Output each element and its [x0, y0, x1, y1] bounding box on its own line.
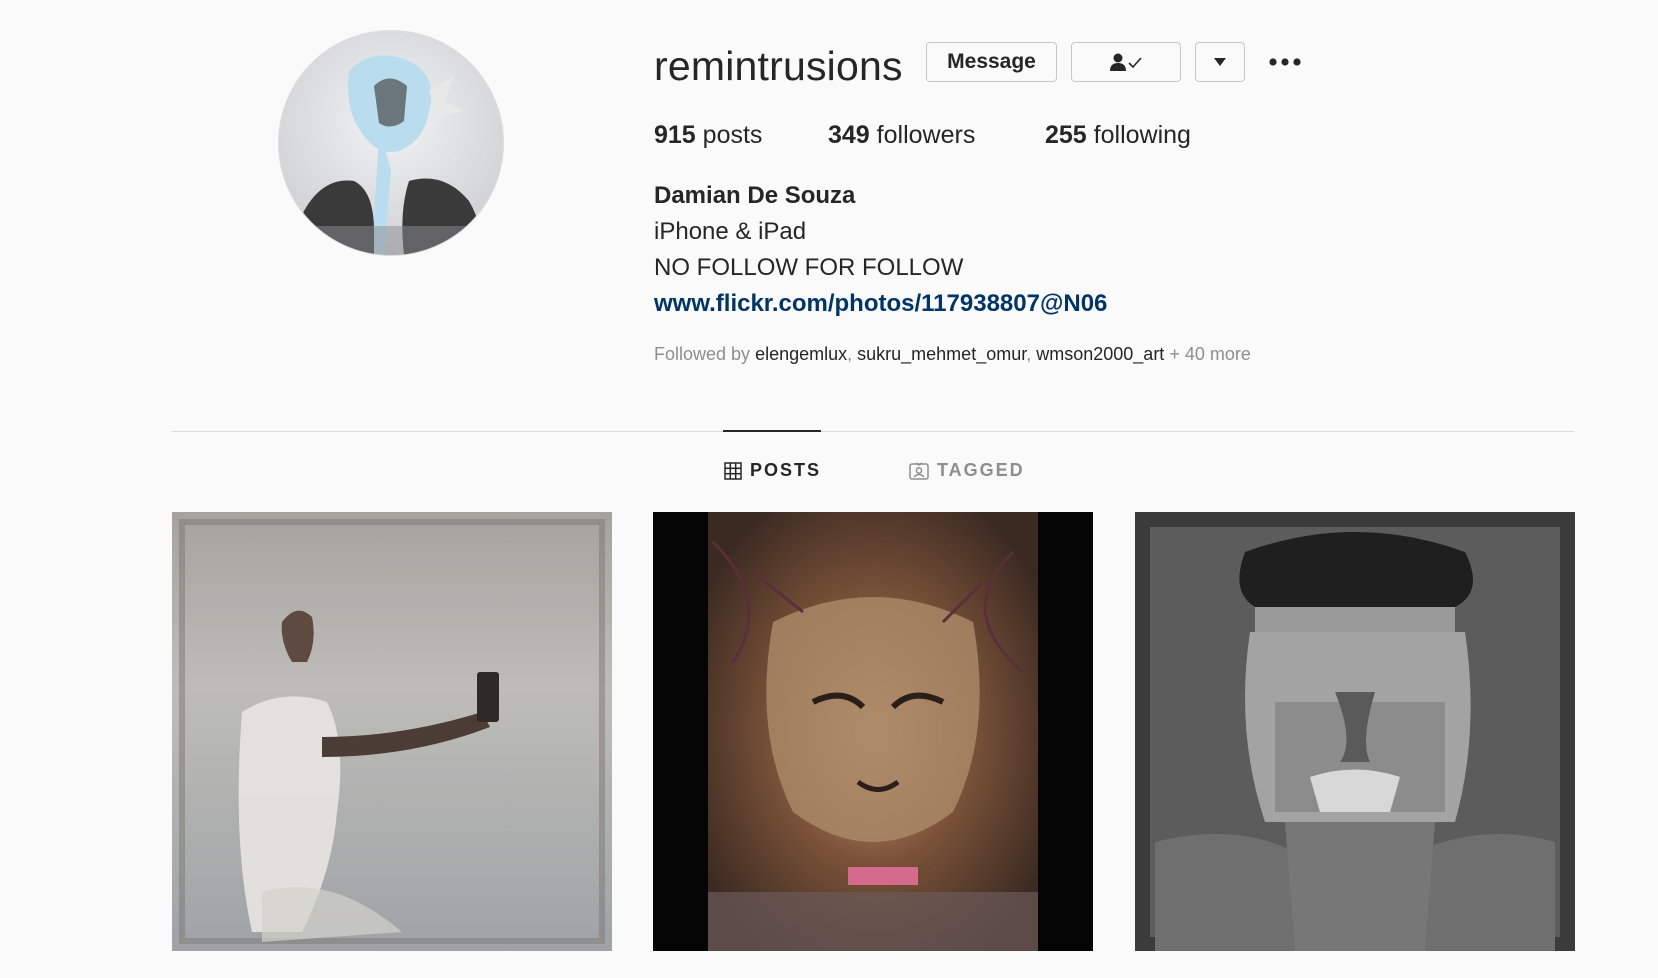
post-image: [172, 512, 612, 951]
active-tab-indicator: [723, 430, 821, 432]
tab-tagged-label: TAGGED: [937, 460, 1025, 480]
post-thumbnail[interactable]: [1135, 512, 1575, 951]
post-thumbnail[interactable]: [653, 512, 1093, 951]
message-button[interactable]: Message: [926, 42, 1057, 82]
profile-full-name: Damian De Souza: [654, 182, 856, 209]
followers-label: followers: [876, 121, 976, 149]
post-thumbnail[interactable]: [172, 512, 612, 951]
tagged-icon: [909, 461, 929, 480]
bio-line: iPhone & iPad: [654, 218, 807, 245]
posts-stat: 915 posts: [654, 121, 762, 150]
post-image: [653, 512, 1093, 951]
tab-tagged[interactable]: TAGGED: [909, 460, 1025, 481]
profile-avatar[interactable]: [278, 30, 504, 256]
bio-external-link[interactable]: www.flickr.com/photos/117938807@N06: [654, 290, 1107, 318]
message-button-label: Message: [947, 50, 1036, 73]
followers-count: 349: [828, 121, 870, 149]
following-stat[interactable]: 255 following: [1045, 121, 1191, 150]
followed-by[interactable]: Followed by elengemlux, sukru_mehmet_omu…: [654, 344, 1251, 365]
tab-posts-label: POSTS: [750, 460, 822, 480]
posts-label: posts: [702, 121, 763, 149]
person-check-icon: [1110, 53, 1142, 71]
more-options-button[interactable]: [1265, 48, 1305, 76]
followed-by-user[interactable]: elengemlux: [755, 344, 847, 364]
more-options-icon: [1269, 58, 1301, 66]
following-label: following: [1093, 121, 1191, 149]
following-button[interactable]: [1071, 42, 1181, 82]
tabs-divider: [172, 431, 1574, 432]
grid-icon: [724, 461, 742, 480]
avatar-image: [279, 31, 503, 255]
followed-by-prefix: Followed by: [654, 344, 751, 364]
followed-by-user[interactable]: sukru_mehmet_omur: [857, 344, 1026, 364]
bio-line: NO FOLLOW FOR FOLLOW: [654, 254, 964, 281]
following-count: 255: [1045, 121, 1087, 149]
followed-by-user[interactable]: wmson2000_art: [1036, 344, 1164, 364]
followers-stat[interactable]: 349 followers: [828, 121, 975, 150]
followed-by-more[interactable]: + 40 more: [1169, 344, 1251, 364]
posts-count: 915: [654, 121, 696, 149]
suggestions-dropdown-button[interactable]: [1195, 42, 1245, 82]
chevron-down-icon: [1214, 58, 1226, 66]
profile-username: remintrusions: [654, 43, 903, 89]
post-image: [1135, 512, 1575, 951]
tab-posts[interactable]: POSTS: [724, 460, 821, 481]
